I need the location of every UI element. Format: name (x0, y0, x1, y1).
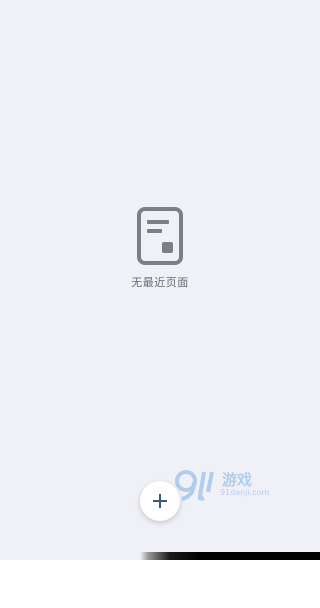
document-icon (137, 207, 183, 265)
watermark: 游戏 91danji.com (170, 466, 270, 506)
empty-state: 无最近页面 (0, 206, 320, 290)
plus-icon (153, 494, 167, 508)
recent-pages-screen: 无最近页面 游戏 91danji.com (0, 0, 320, 560)
bottom-edge-bar (0, 552, 320, 560)
site-logo-icon (175, 470, 214, 501)
watermark-text: 游戏 (222, 471, 253, 489)
empty-message: 无最近页面 (131, 276, 189, 289)
watermark-url: 91danji.com (220, 488, 270, 497)
add-page-button[interactable] (140, 481, 180, 521)
